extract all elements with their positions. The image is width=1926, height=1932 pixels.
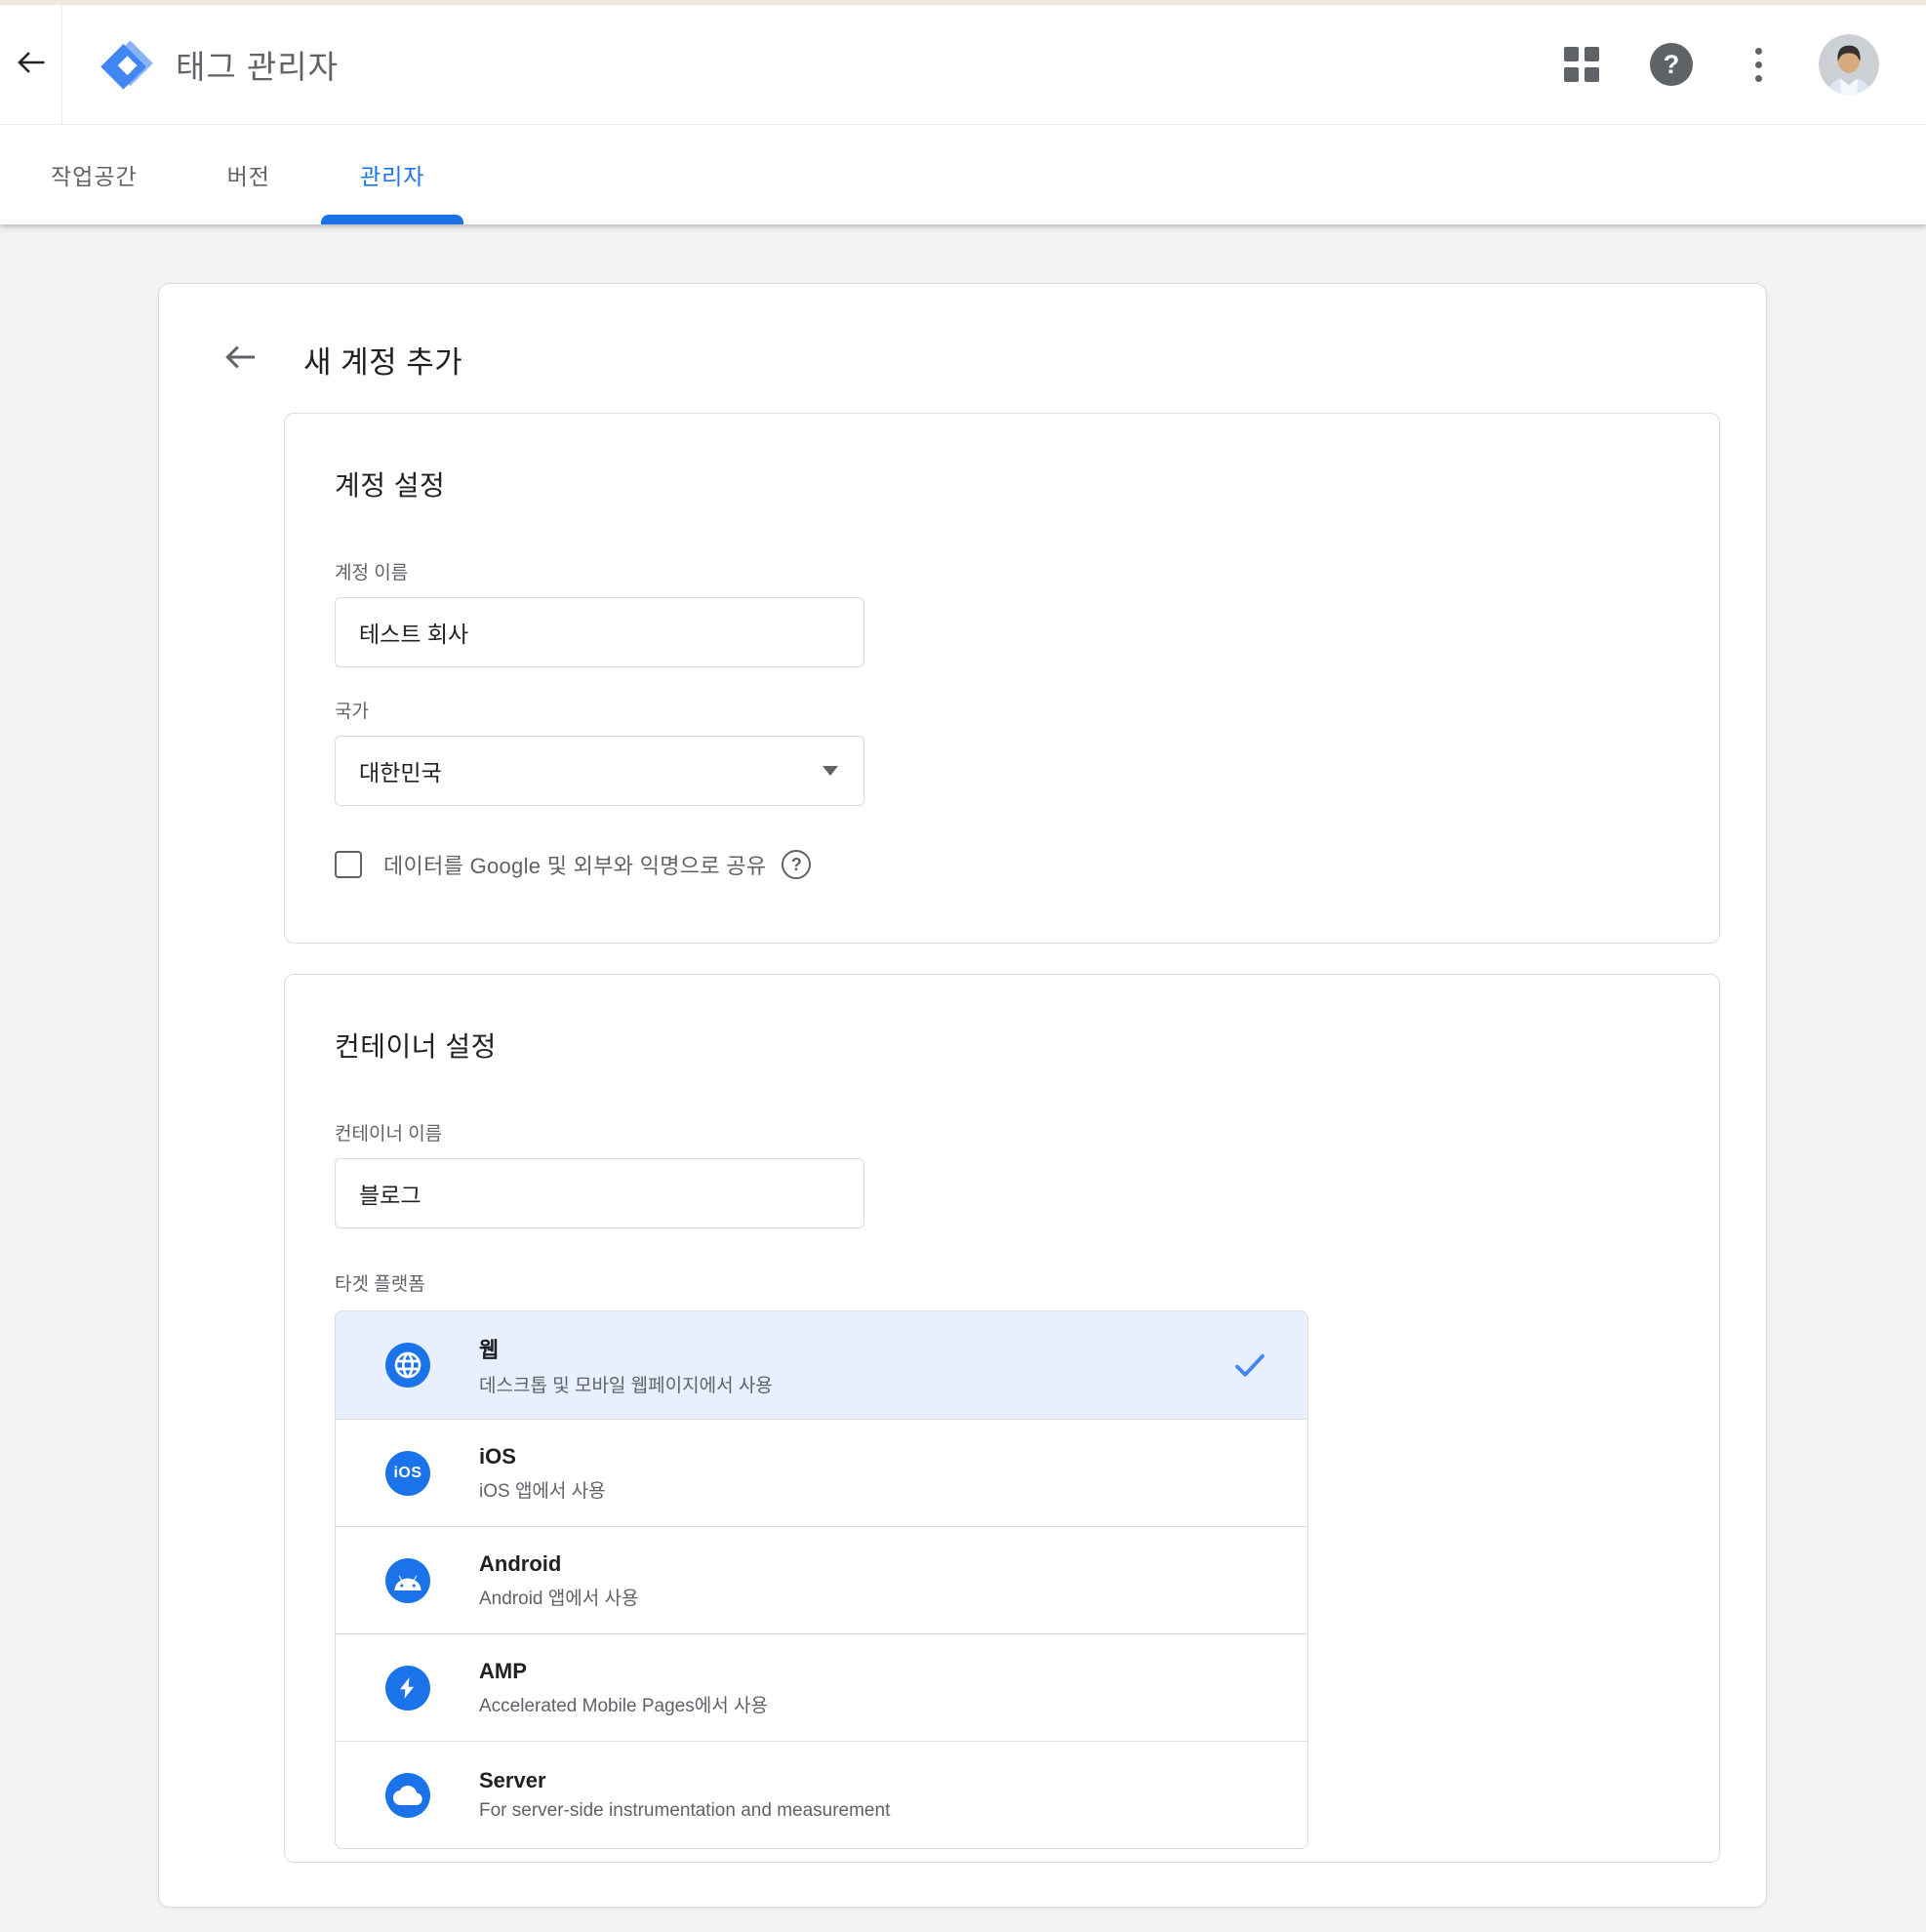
account-settings-section: 계정 설정 계정 이름 국가 대한민국 데이터를 Google 및 외부와 익명… [284, 413, 1720, 944]
platform-option-ios[interactable]: iOS iOS iOS 앱에서 사용 [336, 1419, 1307, 1526]
target-platform-label: 타겟 플랫폼 [335, 1269, 1719, 1296]
app-header: 태그 관리자 ? [0, 5, 1926, 125]
share-data-checkbox[interactable] [335, 851, 362, 878]
platform-title: iOS [479, 1444, 606, 1469]
main-tabbar: 작업공간 버전 관리자 [0, 125, 1926, 224]
platform-title: 웹 [479, 1333, 773, 1364]
help-icon[interactable]: ? [1650, 43, 1693, 86]
country-select-value: 대한민국 [359, 754, 442, 787]
add-account-card: 새 계정 추가 계정 설정 계정 이름 국가 대한민국 데이터를 Google … [158, 283, 1767, 1908]
tab-workspace[interactable]: 작업공간 [21, 125, 167, 224]
platform-option-server[interactable]: Server For server-side instrumentation a… [336, 1741, 1307, 1848]
platform-option-web[interactable]: 웹 데스크톱 및 모바일 웹페이지에서 사용 [336, 1311, 1307, 1419]
gtm-logo-icon [100, 37, 154, 92]
platform-option-amp[interactable]: AMP Accelerated Mobile Pages에서 사용 [336, 1633, 1307, 1741]
app-title: 태그 관리자 [176, 41, 339, 88]
help-circle-icon[interactable]: ? [782, 850, 811, 879]
ios-icon: iOS [385, 1451, 430, 1496]
header-back-button[interactable] [0, 5, 62, 124]
more-vert-icon[interactable] [1749, 42, 1768, 88]
amp-icon [385, 1666, 430, 1711]
platform-desc: iOS 앱에서 사용 [479, 1476, 606, 1503]
container-settings-heading: 컨테이너 설정 [335, 1026, 1719, 1065]
tab-versions[interactable]: 버전 [198, 125, 300, 224]
share-data-label[interactable]: 데이터를 Google 및 외부와 익명으로 공유 [383, 849, 766, 880]
platform-desc: Android 앱에서 사용 [479, 1584, 638, 1610]
platform-title: AMP [479, 1659, 768, 1684]
container-name-label: 컨테이너 이름 [335, 1119, 1719, 1146]
android-icon [385, 1558, 430, 1603]
tab-admin[interactable]: 관리자 [331, 125, 454, 224]
page-back-button[interactable] [221, 339, 259, 381]
account-name-input[interactable] [335, 597, 864, 667]
check-icon [1231, 1347, 1268, 1384]
back-arrow-icon [221, 339, 259, 381]
account-settings-heading: 계정 설정 [335, 464, 1719, 503]
cloud-icon [385, 1773, 430, 1818]
target-platform-list: 웹 데스크톱 및 모바일 웹페이지에서 사용 iOS iOS iOS 앱에서 사… [335, 1310, 1308, 1849]
chevron-down-icon [823, 766, 838, 776]
platform-title: Server [479, 1768, 890, 1793]
account-name-label: 계정 이름 [335, 558, 1719, 584]
user-avatar[interactable] [1819, 34, 1879, 95]
globe-icon [385, 1343, 430, 1388]
back-arrow-icon [14, 45, 49, 85]
country-select[interactable]: 대한민국 [335, 736, 864, 806]
container-name-input[interactable] [335, 1158, 864, 1228]
country-label: 국가 [335, 697, 1719, 723]
platform-desc: Accelerated Mobile Pages에서 사용 [479, 1691, 768, 1717]
container-settings-section: 컨테이너 설정 컨테이너 이름 타겟 플랫폼 웹 데스크톱 및 모바일 웹페이지… [284, 974, 1720, 1863]
platform-option-android[interactable]: Android Android 앱에서 사용 [336, 1526, 1307, 1633]
apps-grid-icon[interactable] [1564, 47, 1599, 82]
page-title: 새 계정 추가 [303, 338, 462, 382]
page-content: 새 계정 추가 계정 설정 계정 이름 국가 대한민국 데이터를 Google … [0, 224, 1926, 1908]
platform-desc: 데스크톱 및 모바일 웹페이지에서 사용 [479, 1371, 773, 1397]
platform-title: Android [479, 1551, 638, 1577]
platform-desc: For server-side instrumentation and meas… [479, 1800, 890, 1822]
